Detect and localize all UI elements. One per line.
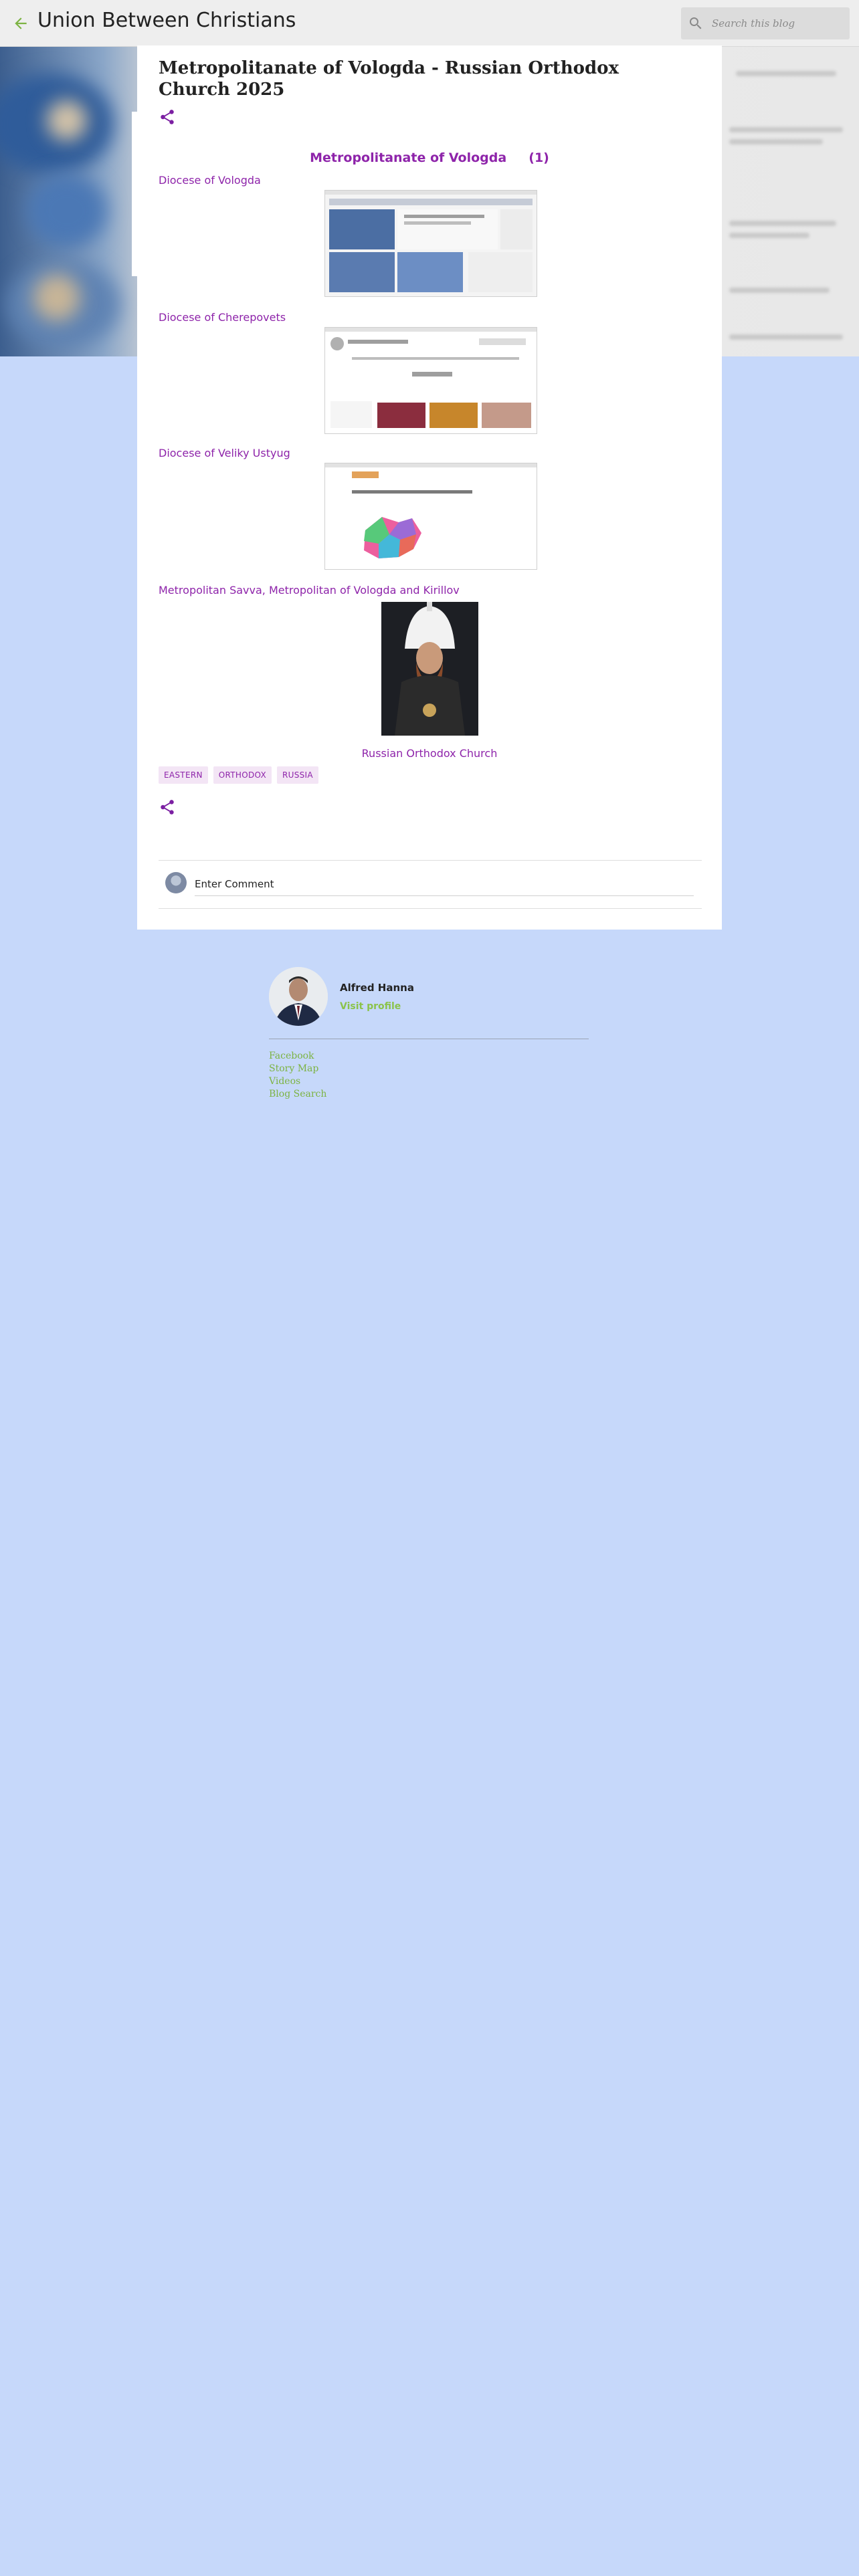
- commenter-avatar: [165, 872, 187, 893]
- share-icon[interactable]: [159, 108, 176, 126]
- label-chip[interactable]: EASTERN: [159, 766, 208, 784]
- footer-link-story-map[interactable]: Story Map: [269, 1063, 326, 1075]
- divider: [159, 908, 702, 909]
- visit-profile-link[interactable]: Visit profile: [340, 1001, 401, 1012]
- post-card: Metropolitanate of Vologda - Russian Ort…: [137, 45, 722, 930]
- link-diocese-veliky-ustyug[interactable]: Diocese of Veliky Ustyug: [159, 447, 290, 459]
- screenshot-diocese-cherepovets[interactable]: [324, 327, 537, 434]
- top-bar: Union Between Christians: [0, 0, 859, 47]
- profile-name: Alfred Hanna: [340, 982, 414, 994]
- back-arrow-icon[interactable]: [12, 15, 29, 32]
- link-diocese-cherepovets[interactable]: Diocese of Cherepovets: [159, 311, 286, 324]
- portrait-metropolitan-savva[interactable]: [381, 602, 478, 736]
- post-heading: Metropolitanate of Vologda (1): [310, 150, 549, 165]
- divider: [159, 860, 702, 861]
- footer-link-videos[interactable]: Videos: [269, 1075, 326, 1087]
- label-chip[interactable]: ORTHODOX: [213, 766, 272, 784]
- profile-avatar[interactable]: [269, 967, 328, 1026]
- post-labels: EASTERN ORTHODOX RUSSIA: [159, 766, 318, 784]
- search-input[interactable]: [712, 7, 846, 39]
- search-icon[interactable]: [688, 15, 704, 31]
- sidebar-blurred-preview: [723, 60, 856, 348]
- label-chip[interactable]: RUSSIA: [277, 766, 318, 784]
- link-russian-orthodox-church[interactable]: Russian Orthodox Church: [137, 747, 722, 760]
- search-box[interactable]: [681, 7, 850, 39]
- screenshot-diocese-veliky-ustyug[interactable]: [324, 463, 537, 570]
- footer-link-facebook[interactable]: Facebook: [269, 1050, 326, 1062]
- blog-title[interactable]: Union Between Christians: [37, 9, 296, 32]
- link-metropolitan-savva[interactable]: Metropolitan Savva, Metropolitan of Volo…: [159, 584, 460, 597]
- post-title: Metropolitanate of Vologda - Russian Ort…: [159, 58, 619, 100]
- share-icon[interactable]: [159, 798, 176, 816]
- footer-link-blog-search[interactable]: Blog Search: [269, 1088, 326, 1100]
- screenshot-diocese-vologda[interactable]: [324, 190, 537, 297]
- link-diocese-vologda[interactable]: Diocese of Vologda: [159, 174, 261, 187]
- footer-links: Facebook Story Map Videos Blog Search: [269, 1050, 326, 1100]
- comment-input[interactable]: [195, 872, 694, 896]
- region-map-icon: [364, 517, 421, 558]
